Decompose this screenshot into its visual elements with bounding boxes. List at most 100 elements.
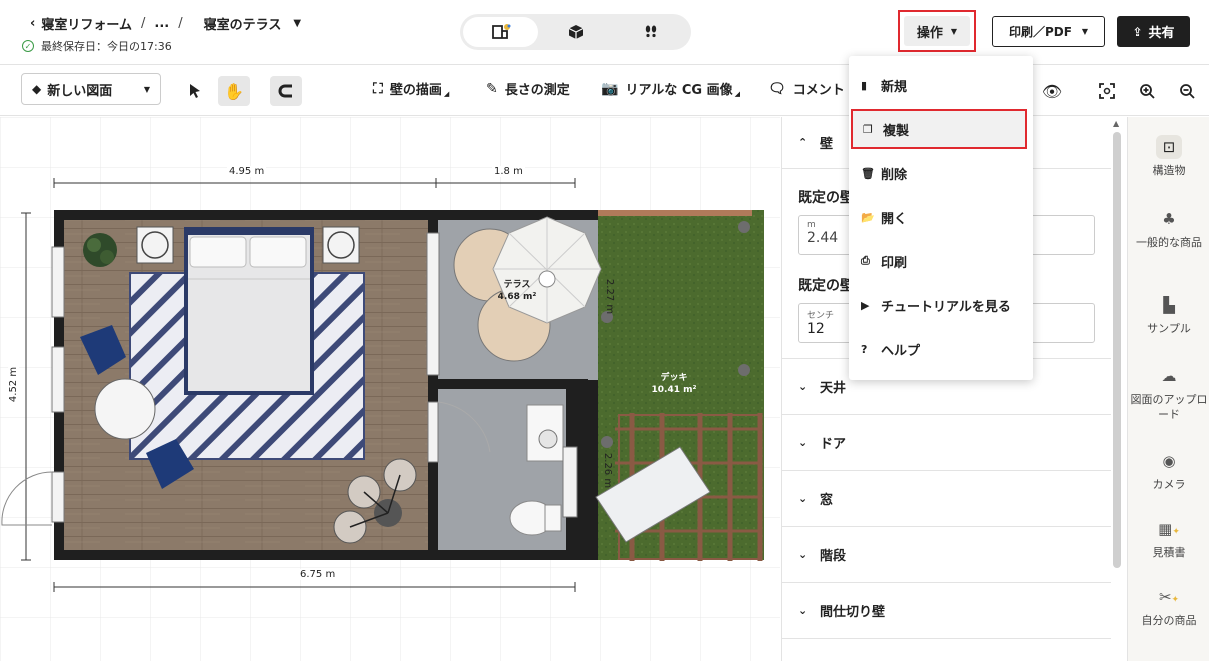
sidebar-label: 図面のアップロード bbox=[1130, 393, 1208, 421]
breadcrumb-current-plan[interactable]: 寝室のテラス bbox=[204, 14, 282, 33]
draw-walls-tool[interactable]: ⛶ 壁の描画 ◢ bbox=[373, 79, 449, 99]
menu-item-open[interactable]: 📂 開く bbox=[849, 197, 1033, 237]
breadcrumb-separator: / bbox=[178, 16, 183, 31]
menu-item-help[interactable]: ? ヘルプ bbox=[849, 329, 1033, 369]
dim-bottom: 6.75 m bbox=[298, 569, 338, 580]
chevron-down-icon: ⌄ bbox=[798, 548, 808, 561]
comment-tool[interactable]: 🗨 コメント bbox=[768, 79, 845, 99]
dim-top-right: 1.8 m bbox=[492, 166, 525, 177]
draw-walls-label: 壁の描画 bbox=[389, 83, 442, 98]
estimate-icon: ▦✦ bbox=[1158, 520, 1180, 538]
new-plan-label: 新しい図面 bbox=[47, 83, 113, 99]
saved-status-text: 最終保存日：今日の17:36 bbox=[41, 40, 172, 53]
share-upload-icon: ⇪ bbox=[1132, 24, 1143, 39]
breadcrumb-ellipsis[interactable]: ... bbox=[154, 16, 169, 31]
cg-render-tool[interactable]: 📷 リアルな CG 画像 ◢ bbox=[601, 79, 740, 99]
walkthrough-view-button[interactable] bbox=[613, 17, 688, 47]
ops-dropdown-menu: ▮ 新規 ❐ 複製 🗑 削除 📂 開く ⎙ 印刷 ▶ チュートリアルを見る ? … bbox=[849, 56, 1033, 380]
section-walls-label: 壁 bbox=[820, 137, 834, 152]
magnet-snap-tool[interactable] bbox=[270, 76, 302, 106]
sidebar-item-estimate[interactable]: ▦✦ 見積書 bbox=[1128, 517, 1209, 560]
plant-leaf bbox=[100, 250, 114, 264]
window-left-1[interactable] bbox=[51, 246, 65, 318]
sidebar-label: 自分の商品 bbox=[1141, 614, 1197, 627]
bath-window[interactable] bbox=[562, 446, 578, 518]
wall-draw-icon: ⛶ bbox=[373, 80, 383, 97]
bath-door-frame[interactable] bbox=[427, 401, 439, 463]
zoom-out-button[interactable] bbox=[1171, 76, 1203, 106]
menu-item-delete[interactable]: 🗑 削除 bbox=[849, 153, 1033, 193]
trash-icon: 🗑 bbox=[861, 166, 875, 180]
window-partition[interactable] bbox=[426, 232, 440, 376]
visibility-tool[interactable]: 👁 bbox=[1036, 76, 1068, 106]
menu-item-label: ヘルプ bbox=[881, 343, 921, 359]
room-area: 10.41 m² bbox=[651, 385, 697, 395]
room-label-terrace[interactable]: テラス 4.68 m² bbox=[494, 279, 540, 303]
menu-item-duplicate[interactable]: ❐ 複製 bbox=[851, 109, 1027, 149]
room-name: デッキ bbox=[660, 373, 688, 383]
chevron-down-icon: ⌄ bbox=[798, 604, 808, 617]
eye-icon: 👁 bbox=[1041, 81, 1063, 101]
print-pdf-button[interactable]: 印刷／PDF ▼ bbox=[992, 16, 1105, 47]
parasol-center bbox=[538, 270, 556, 288]
section-window[interactable]: ⌄ 窓 bbox=[782, 471, 1111, 527]
menu-item-new[interactable]: ▮ 新規 bbox=[849, 65, 1033, 105]
room-label-deck[interactable]: デッキ 10.41 m² bbox=[646, 372, 702, 396]
section-partition[interactable]: ⌄ 間仕切り壁 bbox=[782, 583, 1111, 639]
2d-plan-view-button[interactable] bbox=[463, 17, 538, 47]
sidebar-item-structure[interactable]: ⊡ 構造物 bbox=[1128, 135, 1209, 178]
section-stairs[interactable]: ⌄ 階段 bbox=[782, 527, 1111, 583]
print-caret-icon: ▼ bbox=[1081, 27, 1089, 36]
section-label: 天井 bbox=[820, 381, 847, 396]
section-label: 間仕切り壁 bbox=[820, 605, 886, 620]
sidebar-label: 見積書 bbox=[1152, 546, 1186, 559]
floor-plan-canvas[interactable]: 4.95 m 1.8 m 4.52 m 6.75 m 2.27 m 2.26 m… bbox=[0, 117, 780, 661]
menu-item-tutorial[interactable]: ▶ チュートリアルを見る bbox=[849, 285, 1033, 325]
new-plan-select[interactable]: ◆ 新しい図面 ▼ bbox=[21, 73, 161, 105]
menu-item-label: 開く bbox=[881, 211, 908, 227]
measure-tool[interactable]: ✎ 長さの測定 bbox=[486, 79, 570, 99]
section-door[interactable]: ⌄ ドア bbox=[782, 415, 1111, 471]
sparkle-icon: ✦ bbox=[1172, 527, 1180, 537]
sidebar-label: 構造物 bbox=[1152, 164, 1186, 177]
select-pointer-tool[interactable] bbox=[179, 76, 211, 106]
zoom-in-button[interactable] bbox=[1131, 76, 1163, 106]
3d-view-button[interactable] bbox=[538, 17, 613, 47]
submenu-corner-icon: ◢ bbox=[734, 90, 740, 98]
window-left-2[interactable] bbox=[51, 346, 65, 413]
section-label: ドア bbox=[820, 437, 847, 452]
plan-dropdown-caret-icon[interactable]: ▼ bbox=[293, 18, 301, 29]
measure-label: 長さの測定 bbox=[504, 83, 570, 98]
breadcrumb-project[interactable]: 寝室リフォーム bbox=[41, 14, 132, 33]
dim-wall-a: 2.27 m bbox=[604, 278, 616, 315]
zoom-out-icon bbox=[1180, 84, 1195, 99]
scroll-up-arrow-icon[interactable]: ▲ bbox=[1113, 119, 1119, 128]
pan-hand-tool[interactable]: ✋ bbox=[218, 76, 250, 106]
pointer-icon bbox=[190, 84, 200, 98]
menu-item-label: チュートリアルを見る bbox=[881, 299, 1011, 315]
sidebar-item-products[interactable]: ♣ 一般的な商品 bbox=[1128, 207, 1209, 250]
share-label: 共有 bbox=[1148, 26, 1175, 41]
stepping-stone bbox=[738, 364, 750, 376]
toilet-tank bbox=[544, 504, 562, 532]
section-label: 窓 bbox=[820, 493, 834, 508]
share-button[interactable]: ⇪ 共有 bbox=[1117, 16, 1190, 47]
sink-basin bbox=[538, 429, 558, 449]
sidebar-item-sample[interactable]: ▙ サンプル bbox=[1128, 293, 1209, 336]
door-frame-left[interactable] bbox=[51, 471, 65, 523]
dim-wall-b: 2.26 m bbox=[602, 452, 614, 489]
sidebar-item-my-products[interactable]: ✂✦ 自分の商品 bbox=[1128, 585, 1209, 628]
sidebar-item-camera[interactable]: ◉ カメラ bbox=[1128, 449, 1209, 492]
menu-item-print[interactable]: ⎙ 印刷 bbox=[849, 241, 1033, 281]
menu-item-label: 新規 bbox=[881, 79, 908, 95]
round-table[interactable] bbox=[94, 378, 156, 440]
fit-view-button[interactable] bbox=[1091, 76, 1123, 106]
my-products-icon: ✂✦ bbox=[1158, 588, 1180, 606]
sidebar-item-upload[interactable]: ☁ 図面のアップロード bbox=[1128, 364, 1209, 422]
layers-icon: ◆ bbox=[32, 82, 42, 96]
ops-button[interactable]: 操作 ▼ bbox=[904, 16, 970, 46]
chevron-down-icon: ▼ bbox=[143, 84, 150, 94]
panel-scrollbar[interactable] bbox=[1113, 132, 1121, 568]
top-header: ‹ 寝室リフォーム / ... / 寝室のテラス ▼ ✓ 最終保存日：今日の17… bbox=[0, 0, 1209, 64]
back-chevron-icon[interactable]: ‹ bbox=[30, 16, 35, 31]
